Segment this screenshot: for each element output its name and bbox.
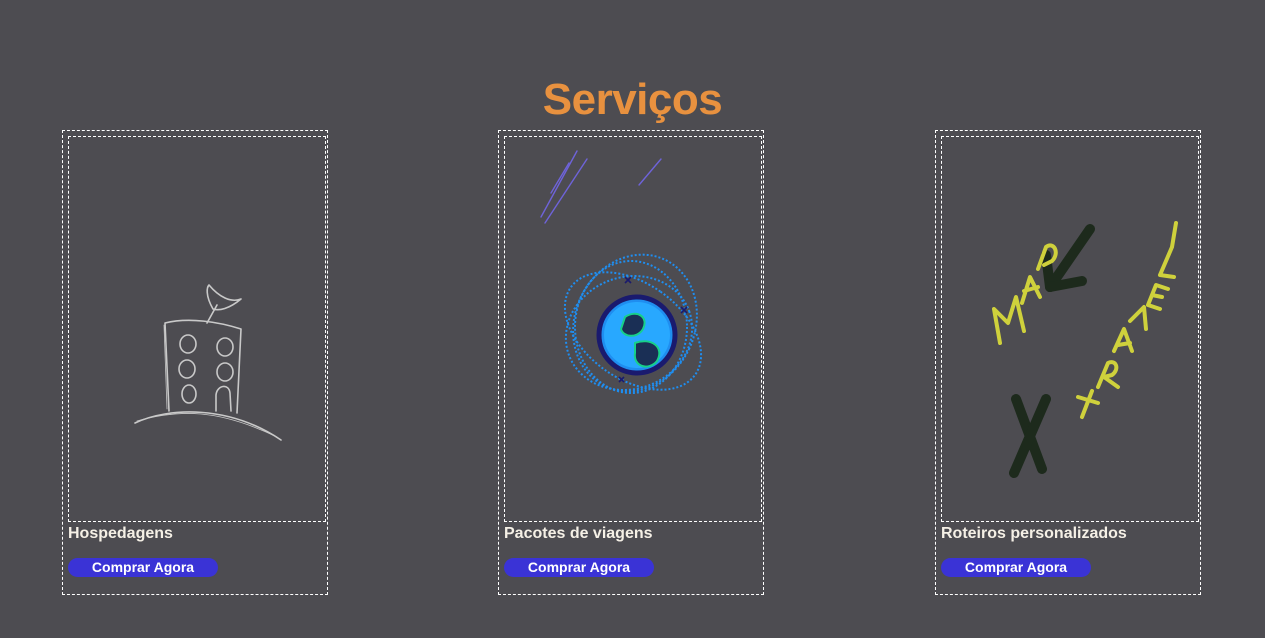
page-title: Serviços: [542, 75, 723, 125]
service-title: Roteiros personalizados: [941, 525, 1127, 542]
globe-sketch-icon: [504, 136, 762, 522]
service-card-roteiros-personalizados: Roteiros personalizados Comprar Agora: [935, 130, 1201, 595]
hotel-sketch-icon: [68, 136, 326, 522]
service-title: Pacotes de viagens: [504, 525, 653, 542]
service-card-hospedagens: Hospedagens Comprar Agora: [62, 130, 328, 595]
service-title: Hospedagens: [68, 525, 173, 542]
buy-now-button[interactable]: Comprar Agora: [941, 558, 1091, 577]
buy-now-button[interactable]: Comprar Agora: [68, 558, 218, 577]
service-card-pacotes-de-viagens: Pacotes de viagens Comprar Agora: [498, 130, 764, 595]
buy-now-button[interactable]: Comprar Agora: [504, 558, 654, 577]
map-travel-sketch-icon: [941, 136, 1199, 522]
